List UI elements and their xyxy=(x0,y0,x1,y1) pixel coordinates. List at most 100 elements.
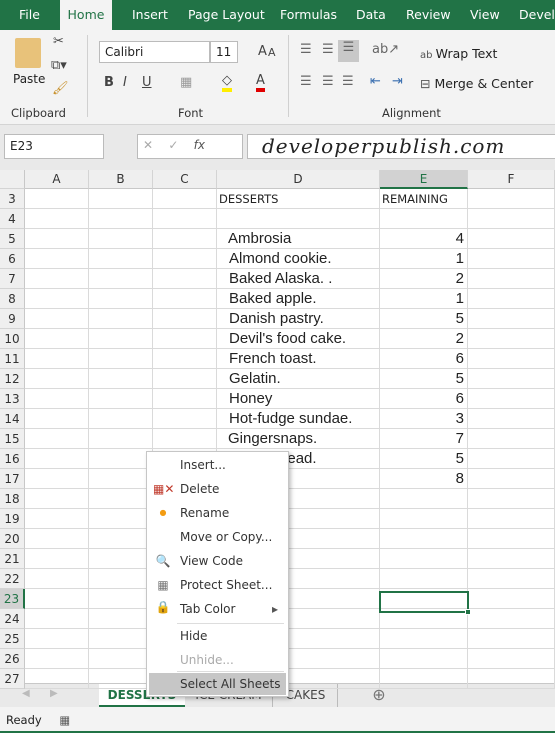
macro-record-icon[interactable]: ▦ xyxy=(59,713,70,727)
cell[interactable] xyxy=(380,489,468,509)
cell[interactable] xyxy=(153,409,217,429)
cell[interactable] xyxy=(25,489,89,509)
cell[interactable] xyxy=(89,329,153,349)
dessert-name[interactable]: Hot-fudge sundae. xyxy=(217,409,380,429)
tab-insert[interactable]: Insert xyxy=(132,0,168,30)
cell[interactable] xyxy=(25,649,89,669)
cell[interactable] xyxy=(153,189,217,209)
cell[interactable] xyxy=(468,449,555,469)
format-painter-icon[interactable]: 🖌 xyxy=(52,81,69,96)
cell[interactable] xyxy=(468,369,555,389)
tab-home[interactable]: Home xyxy=(60,0,112,30)
remaining-qty[interactable]: 6 xyxy=(380,389,468,409)
cell[interactable] xyxy=(25,509,89,529)
cell[interactable] xyxy=(468,249,555,269)
dessert-name[interactable]: Gelatin. xyxy=(217,369,380,389)
cell[interactable] xyxy=(468,509,555,529)
cell[interactable] xyxy=(89,349,153,369)
cell[interactable] xyxy=(89,609,153,629)
cell[interactable] xyxy=(380,549,468,569)
row-header[interactable]: 9 xyxy=(0,309,25,329)
cell[interactable] xyxy=(468,289,555,309)
row-header[interactable]: 3 xyxy=(0,189,25,209)
cell[interactable] xyxy=(468,229,555,249)
cell[interactable] xyxy=(89,549,153,569)
cell[interactable] xyxy=(468,269,555,289)
remaining-qty[interactable]: 2 xyxy=(380,269,468,289)
cell[interactable] xyxy=(89,289,153,309)
row-header[interactable]: 14 xyxy=(0,409,25,429)
tab-page-layout[interactable]: Page Layout xyxy=(188,0,265,30)
cell[interactable] xyxy=(25,209,89,229)
italic-button[interactable]: I xyxy=(123,75,127,90)
decrease-indent-icon[interactable]: ⇤ xyxy=(370,74,381,89)
cell[interactable] xyxy=(25,329,89,349)
cell[interactable] xyxy=(468,589,555,609)
fill-color-icon[interactable]: ◇ xyxy=(222,73,232,92)
tab-formulas[interactable]: Formulas xyxy=(280,0,337,30)
align-left-icon[interactable]: ☰ xyxy=(300,74,312,89)
cell[interactable] xyxy=(468,329,555,349)
row-header[interactable]: 5 xyxy=(0,229,25,249)
remaining-qty[interactable]: 3 xyxy=(380,409,468,429)
column-header[interactable]: B xyxy=(89,170,153,189)
cell[interactable] xyxy=(89,189,153,209)
cell[interactable] xyxy=(25,369,89,389)
bold-button[interactable]: B xyxy=(104,75,114,90)
row-header[interactable]: 7 xyxy=(0,269,25,289)
tab-file[interactable]: File xyxy=(19,0,40,30)
dessert-name[interactable]: Ambrosia xyxy=(217,229,380,249)
cell[interactable] xyxy=(25,569,89,589)
cell[interactable] xyxy=(25,409,89,429)
cell[interactable] xyxy=(468,189,555,209)
cell[interactable] xyxy=(380,629,468,649)
cell[interactable] xyxy=(468,469,555,489)
cell[interactable] xyxy=(153,369,217,389)
cell[interactable] xyxy=(468,549,555,569)
copy-icon[interactable]: ⧉▾ xyxy=(51,58,67,73)
cell[interactable] xyxy=(468,609,555,629)
cell[interactable] xyxy=(468,429,555,449)
cell[interactable] xyxy=(89,529,153,549)
dessert-name[interactable]: Devil's food cake. xyxy=(217,329,380,349)
dessert-name[interactable]: Honey xyxy=(217,389,380,409)
row-header[interactable]: 24 xyxy=(0,609,25,629)
cell[interactable] xyxy=(153,269,217,289)
remaining-qty[interactable]: 2 xyxy=(380,329,468,349)
paste-icon[interactable] xyxy=(15,38,41,68)
cell[interactable] xyxy=(468,649,555,669)
dessert-name[interactable]: Baked apple. xyxy=(217,289,380,309)
cell[interactable] xyxy=(25,529,89,549)
row-header[interactable]: 17 xyxy=(0,469,25,489)
column-header[interactable]: D xyxy=(217,170,380,189)
row-header[interactable]: 4 xyxy=(0,209,25,229)
align-right-icon[interactable]: ☰ xyxy=(342,74,354,89)
dessert-name[interactable]: Baked Alaska. . xyxy=(217,269,380,289)
row-header[interactable]: 10 xyxy=(0,329,25,349)
cell[interactable] xyxy=(153,289,217,309)
borders-icon[interactable]: ▦ xyxy=(180,75,192,90)
cell[interactable] xyxy=(89,489,153,509)
cell[interactable] xyxy=(153,209,217,229)
cell[interactable] xyxy=(89,509,153,529)
cell[interactable] xyxy=(25,269,89,289)
cell[interactable] xyxy=(25,589,89,609)
cell[interactable] xyxy=(380,669,468,689)
remaining-qty[interactable]: 8 xyxy=(380,469,468,489)
row-header[interactable]: 12 xyxy=(0,369,25,389)
row-header[interactable]: 11 xyxy=(0,349,25,369)
cell[interactable] xyxy=(153,329,217,349)
cell[interactable] xyxy=(89,309,153,329)
remaining-qty[interactable]: 4 xyxy=(380,229,468,249)
cell[interactable] xyxy=(89,409,153,429)
select-all-corner[interactable] xyxy=(0,170,25,189)
remaining-qty[interactable]: 1 xyxy=(380,289,468,309)
tab-review[interactable]: Review xyxy=(406,0,451,30)
menu-item-hide[interactable]: Hide xyxy=(149,625,286,647)
menu-item-rename[interactable]: ● Rename xyxy=(149,502,286,524)
cell[interactable] xyxy=(468,349,555,369)
row-header[interactable]: 25 xyxy=(0,629,25,649)
tab-data[interactable]: Data xyxy=(356,0,386,30)
dessert-name[interactable]: French toast. xyxy=(217,349,380,369)
wrap-text-button[interactable]: ab Wrap Text xyxy=(420,46,497,61)
